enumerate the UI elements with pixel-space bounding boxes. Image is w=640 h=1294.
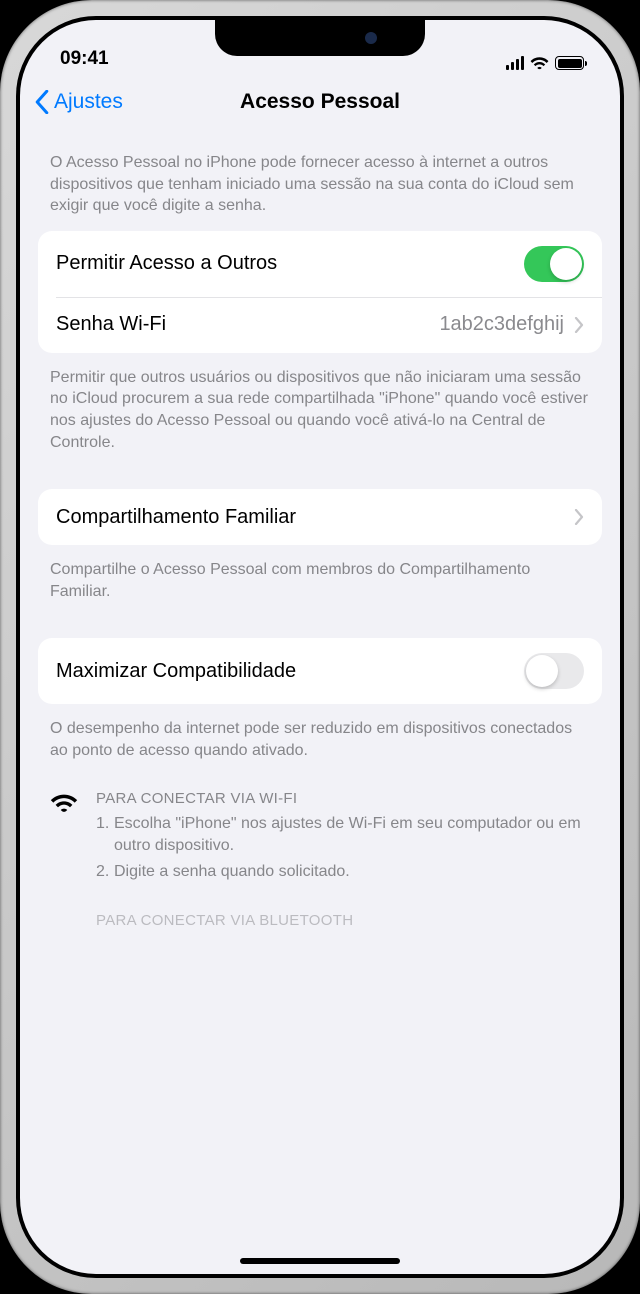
- wifi-password-value: 1ab2c3defghij: [439, 313, 564, 336]
- settings-group-compat: Maximizar Compatibilidade: [38, 638, 602, 704]
- chevron-left-icon: [34, 90, 50, 114]
- maximize-compat-label: Maximizar Compatibilidade: [56, 660, 524, 683]
- wifi-instructions-title: PARA CONECTAR VIA WI-FI: [96, 790, 590, 807]
- back-button[interactable]: Ajustes: [20, 90, 123, 114]
- allow-others-toggle[interactable]: [524, 246, 584, 282]
- status-time: 09:41: [60, 48, 109, 70]
- iphone-device-frame: 09:41 Ajustes Acesso Pessoal: [0, 0, 640, 1294]
- allow-others-row[interactable]: Permitir Acesso a Outros: [38, 231, 602, 297]
- notch: [215, 20, 425, 56]
- back-label: Ajustes: [54, 90, 123, 114]
- wifi-instruction-step1: 1. Escolha "iPhone" nos ajustes de Wi-Fi…: [96, 813, 590, 858]
- family-sharing-label: Compartilhamento Familiar: [56, 506, 574, 529]
- family-sharing-row[interactable]: Compartilhamento Familiar: [38, 489, 602, 545]
- intro-description: O Acesso Pessoal no iPhone pode fornecer…: [20, 130, 620, 231]
- wifi-instruction-icon: [50, 790, 78, 888]
- maximize-compat-toggle[interactable]: [524, 653, 584, 689]
- wifi-instruction-step2: 2. Digite a senha quando solicitado.: [96, 861, 590, 883]
- home-indicator[interactable]: [240, 1258, 400, 1264]
- wifi-password-label: Senha Wi-Fi: [56, 313, 439, 336]
- battery-icon: [555, 56, 584, 70]
- screen: 09:41 Ajustes Acesso Pessoal: [20, 20, 620, 1274]
- settings-group-main: Permitir Acesso a Outros Senha Wi-Fi 1ab…: [38, 231, 602, 353]
- wifi-instructions: PARA CONECTAR VIA WI-FI 1. Escolha "iPho…: [20, 772, 620, 894]
- settings-group-family: Compartilhamento Familiar: [38, 489, 602, 545]
- cellular-signal-icon: [506, 56, 525, 70]
- maximize-compat-row[interactable]: Maximizar Compatibilidade: [38, 638, 602, 704]
- allow-others-footer: Permitir que outros usuários ou disposit…: [20, 353, 620, 463]
- chevron-right-icon: [574, 317, 584, 333]
- wifi-password-row[interactable]: Senha Wi-Fi 1ab2c3defghij: [38, 297, 602, 353]
- bluetooth-instructions-title: PARA CONECTAR VIA BLUETOOTH: [20, 912, 620, 929]
- allow-others-label: Permitir Acesso a Outros: [56, 252, 524, 275]
- wifi-icon: [530, 56, 549, 70]
- chevron-right-icon: [574, 509, 584, 525]
- maximize-compat-footer: O desempenho da internet pode ser reduzi…: [20, 704, 620, 771]
- family-sharing-footer: Compartilhe o Acesso Pessoal com membros…: [20, 545, 620, 612]
- navigation-bar: Ajustes Acesso Pessoal: [20, 74, 620, 130]
